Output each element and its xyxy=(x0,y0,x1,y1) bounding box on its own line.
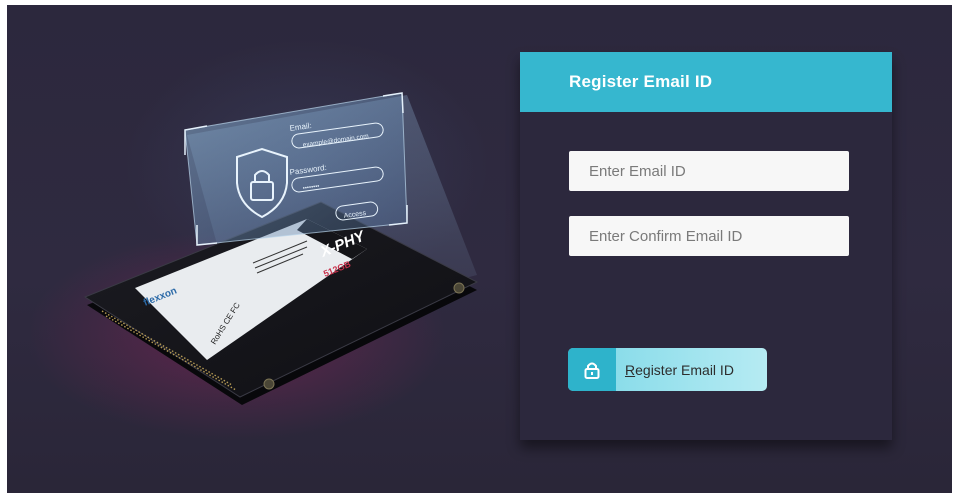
register-email-button[interactable]: Register Email ID xyxy=(568,348,767,391)
register-button-mnemonic: R xyxy=(625,361,636,378)
register-panel-header: Register Email ID xyxy=(520,52,892,112)
panel-title: Register Email ID xyxy=(569,72,713,91)
email-input[interactable] xyxy=(569,151,849,191)
register-button-label: Register Email ID xyxy=(616,348,767,391)
lock-icon xyxy=(568,348,616,391)
register-button-label-rest: egister Email ID xyxy=(635,361,734,378)
hologram-card: Email: example@domain.com Password: ••••… xyxy=(184,92,408,246)
app-window: X-PHY 512GB flexxon RoHS CE FC Email: ex… xyxy=(7,5,952,493)
ssd-illustration: X-PHY 512GB flexxon RoHS CE FC Email: ex… xyxy=(83,92,479,405)
confirm-email-input[interactable] xyxy=(569,216,849,256)
register-panel: Register Email ID Register Email ID xyxy=(520,52,892,440)
